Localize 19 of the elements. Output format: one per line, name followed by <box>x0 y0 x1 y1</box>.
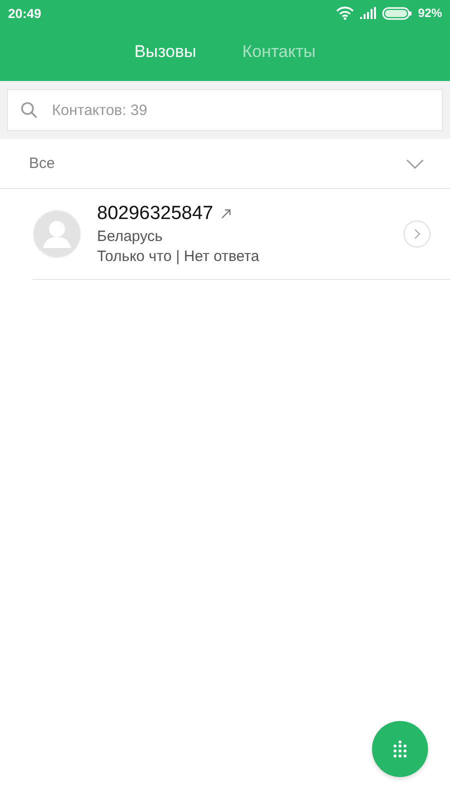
filter-dropdown[interactable]: Все <box>0 139 450 189</box>
chevron-down-icon <box>406 158 424 168</box>
wifi-icon <box>336 6 354 20</box>
call-location: Беларусь <box>97 228 164 245</box>
battery-icon <box>382 6 412 20</box>
dialpad-icon <box>393 740 407 758</box>
call-item[interactable]: 80296325847 Беларусь Только что | Нет ответа <box>33 189 450 280</box>
tab[interactable]: Вызовы <box>134 42 196 62</box>
outgoing-arrow-icon <box>221 209 232 219</box>
status-time: 20:49 <box>8 6 42 20</box>
details-chevron-icon[interactable] <box>403 220 431 248</box>
search-icon <box>20 101 38 119</box>
signal-icon <box>360 7 376 19</box>
search-field[interactable]: Контактов: 39 <box>7 89 443 131</box>
dialpad-button[interactable] <box>372 721 428 777</box>
phone-number: 80296325847 <box>97 203 214 225</box>
call-details: Только что | Нет ответа <box>97 248 260 265</box>
avatar-icon <box>33 210 81 258</box>
battery-percent: 92% <box>418 6 442 20</box>
